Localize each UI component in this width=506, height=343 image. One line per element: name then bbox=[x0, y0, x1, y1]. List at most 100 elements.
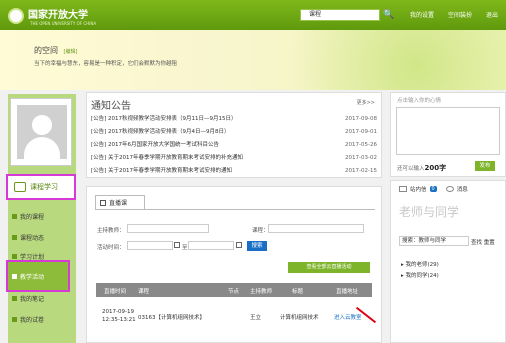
char-count: 还可以输入200字 bbox=[397, 163, 446, 173]
notice-panel: 通知公告 更多>> [公告] 2017秋视频教学活动安排表（9月11日—9月15… bbox=[86, 92, 382, 178]
char-count-value: 200字 bbox=[424, 164, 447, 172]
list-item[interactable]: [公告] 2017秋视频教学活动安排表（9月11日—9月15日） 2017-09-… bbox=[91, 113, 377, 126]
group-teachers[interactable]: ▸ 我的老师(29) bbox=[401, 260, 439, 268]
column-header: 直播地址 bbox=[336, 289, 359, 295]
status-textarea[interactable] bbox=[396, 107, 500, 155]
table-header: 直播时间 课程 节点 主持教师 标题 直播地址 bbox=[96, 283, 372, 297]
logo-emblem-icon bbox=[8, 8, 24, 24]
column-header: 节点 bbox=[228, 289, 240, 295]
list-item[interactable]: [公告] 2017秋视频教学活动安排表（9月4日—9月8日） 2017-09-01 bbox=[91, 126, 377, 139]
table-row: 2017-09-19 12:35-13:21 03163【计算机组网技术】 王立… bbox=[96, 303, 372, 331]
publish-button[interactable]: 发布 bbox=[475, 161, 495, 171]
message-label[interactable]: 消息 bbox=[457, 185, 468, 193]
friend-search-actions[interactable]: 查找 重置 bbox=[471, 238, 495, 246]
logout-link[interactable]: 退出 bbox=[486, 10, 498, 19]
logo-subtitle: THE OPEN UNIVERSITY OF CHINA bbox=[30, 21, 97, 26]
sidebar-item-my-notes[interactable]: 我的笔记 bbox=[12, 294, 44, 303]
calendar-icon[interactable] bbox=[236, 242, 242, 248]
sidebar-item-my-papers[interactable]: 我的试卷 bbox=[12, 315, 44, 324]
search-icon[interactable]: 🔍 bbox=[383, 9, 395, 21]
notice-item-date: 2017-02-15 bbox=[345, 168, 377, 174]
settings-link[interactable]: 我的设置 bbox=[410, 10, 434, 19]
space-title: 的空间 [编辑] bbox=[34, 45, 77, 56]
column-header: 直播时间 bbox=[104, 289, 127, 295]
top-links: 我的设置 空间装扮 退出 bbox=[410, 10, 498, 19]
notice-item-date: 2017-03-02 bbox=[345, 155, 377, 161]
sidebar-item-label: 我的试卷 bbox=[20, 317, 45, 324]
university-logo[interactable]: 国家开放大学 THE OPEN UNIVERSITY OF CHINA bbox=[8, 6, 96, 26]
space-title-text: 的空间 bbox=[34, 46, 58, 55]
notice-more-link[interactable]: 更多>> bbox=[357, 99, 375, 106]
notice-list: [公告] 2017秋视频教学活动安排表（9月11日—9月15日） 2017-09-… bbox=[91, 113, 377, 178]
row-course: 03163【计算机组网技术】 bbox=[138, 315, 205, 321]
inbox[interactable]: 站内信 0 消息 bbox=[399, 185, 468, 193]
notice-title: 通知公告 bbox=[91, 101, 131, 112]
notice-item-title: [公告] 关于2017年春季学期开放教育期末考试安排的通知 bbox=[91, 168, 233, 174]
column-header: 课程 bbox=[138, 289, 150, 295]
tab-label: 直播课 bbox=[109, 200, 128, 207]
avatar[interactable] bbox=[17, 105, 67, 159]
notice-item-title: [公告] 2017秋视频教学活动安排表（9月11日—9月15日） bbox=[91, 116, 237, 122]
column-header: 标题 bbox=[292, 289, 304, 295]
motto-text: 当下的幸福与慧东，容易是一种积定，它们会默默为你越阻 bbox=[34, 61, 178, 67]
enter-classroom-link[interactable]: 进入云教室 bbox=[334, 313, 362, 321]
course-input[interactable] bbox=[268, 224, 364, 233]
group-label: 我的同学(24) bbox=[405, 273, 439, 279]
notice-item-date: 2017-05-26 bbox=[345, 142, 377, 148]
notice-item-date: 2017-09-01 bbox=[345, 129, 377, 135]
sidebar-item-label: 我的课程 bbox=[20, 214, 45, 221]
teacher-input[interactable] bbox=[127, 224, 209, 233]
row-title: 计算机组网技术 bbox=[280, 315, 319, 321]
bullet-icon bbox=[12, 274, 17, 279]
friend-search-input[interactable]: 搜索：教师与同学 bbox=[399, 236, 469, 246]
tab-divider bbox=[95, 209, 375, 210]
view-all-live-button[interactable]: 查看全部云直播活动 bbox=[288, 262, 370, 273]
list-item[interactable]: [公告] 关于2017年春季学期开放教育期末考试安排的通知 2017-02-15 bbox=[91, 165, 377, 178]
tab-icon bbox=[100, 199, 106, 206]
start-date-input[interactable] bbox=[127, 241, 173, 250]
inbox-count-badge: 0 bbox=[429, 186, 437, 192]
avatar-body-icon bbox=[24, 137, 60, 159]
row-time: 12:35-13:21 bbox=[102, 317, 136, 323]
sidebar-item-my-courses[interactable]: 我的课程 bbox=[12, 212, 44, 221]
mail-icon bbox=[399, 186, 407, 192]
end-date-input[interactable] bbox=[188, 241, 234, 250]
friends-title: 老师与同学 bbox=[399, 205, 460, 219]
search-button[interactable]: 搜索 bbox=[247, 241, 267, 251]
row-teacher: 王立 bbox=[250, 315, 262, 321]
group-label: 我的老师(29) bbox=[405, 262, 439, 268]
decorate-link[interactable]: 空间装扮 bbox=[448, 10, 472, 19]
tab-live-course[interactable]: 直播课 bbox=[95, 195, 145, 209]
column-header: 主持教师 bbox=[250, 289, 273, 295]
group-classmates[interactable]: ▸ 我的同学(24) bbox=[401, 271, 439, 279]
status-panel: 点击输入你的心情 还可以输入200字 发布 bbox=[390, 92, 506, 177]
banner-decoration bbox=[206, 30, 506, 90]
list-item[interactable]: [公告] 关于2017年春季学期开放教育期末考试安排的补充通知 2017-03-0… bbox=[91, 152, 377, 165]
bullet-icon bbox=[12, 254, 17, 259]
sidebar-course-study[interactable]: 课程学习 bbox=[6, 174, 76, 200]
avatar-frame bbox=[10, 98, 72, 166]
bullet-icon bbox=[12, 214, 17, 219]
friends-panel: 站内信 0 消息 老师与同学 搜索：教师与同学 查找 重置 ▸ 我的老师(29)… bbox=[390, 180, 506, 343]
sidebar-item-label: 课程动态 bbox=[20, 235, 45, 242]
calendar-icon[interactable] bbox=[174, 242, 180, 248]
time-label: 活动时间： bbox=[97, 245, 125, 251]
sidebar-item-label: 教学活动 bbox=[20, 274, 45, 281]
sidebar-main-label: 课程学习 bbox=[30, 183, 58, 191]
status-prompt: 点击输入你的心情 bbox=[397, 98, 442, 104]
course-label: 课程： bbox=[252, 228, 269, 234]
notice-item-title: [公告] 关于2017年春季学期开放教育期末考试安排的补充通知 bbox=[91, 155, 244, 161]
sidebar-item-course-news[interactable]: 课程动态 bbox=[12, 233, 44, 242]
sidebar-item-teaching-activity-label: 教学活动 bbox=[12, 272, 44, 281]
bullet-icon bbox=[12, 235, 17, 240]
top-search-select[interactable]: 课程 bbox=[300, 9, 380, 21]
notice-item-title: [公告] 2017秋视频教学活动安排表（9月4日—9月8日） bbox=[91, 129, 230, 135]
list-item[interactable]: [公告] 2017年6月国家开放大学国统一考试科目公告 2017-05-26 bbox=[91, 139, 377, 152]
edit-link[interactable]: [编辑] bbox=[64, 49, 78, 55]
inbox-label: 站内信 bbox=[410, 187, 427, 193]
notice-item-title: [公告] 2017年6月国家开放大学国统一考试科目公告 bbox=[91, 142, 220, 148]
avatar-head-icon bbox=[32, 115, 52, 135]
chat-icon bbox=[445, 186, 454, 192]
notice-item-date: 2017-09-08 bbox=[345, 116, 377, 122]
row-date: 2017-09-19 bbox=[102, 309, 134, 315]
